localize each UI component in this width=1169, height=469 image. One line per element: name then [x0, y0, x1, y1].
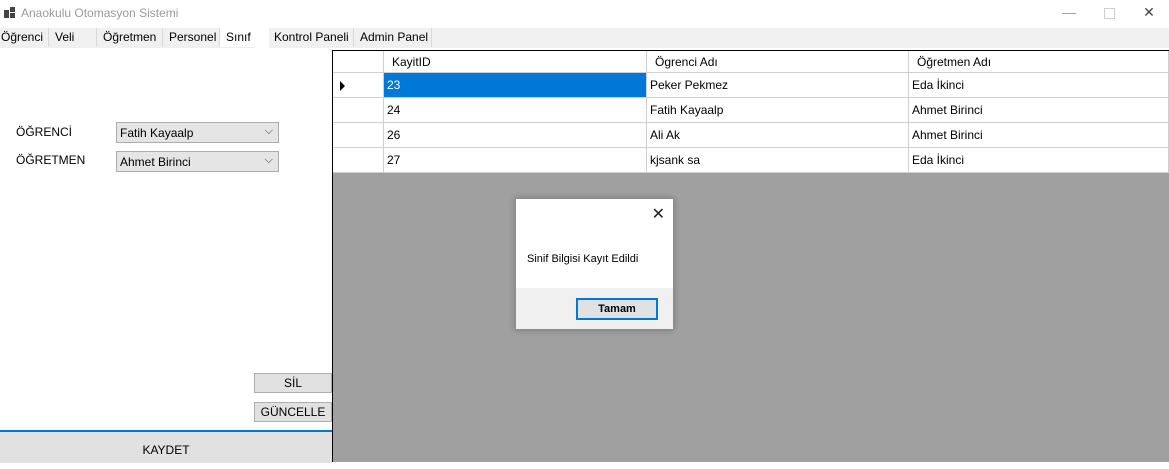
window-title: Anaokulu Otomasyon Sistemi	[21, 6, 179, 20]
column-header-ogrenci[interactable]: Ögrenci Adı	[647, 51, 909, 73]
table-cell[interactable]: 24	[384, 98, 647, 123]
ok-button[interactable]: Tamam	[576, 298, 658, 320]
row-header[interactable]	[333, 148, 384, 173]
title-bar: Anaokulu Otomasyon Sistemi — ✕	[0, 0, 1169, 26]
chevron-down-icon: ⌵	[264, 154, 273, 166]
tab-ogrenci[interactable]: Öğrenci	[0, 28, 49, 47]
close-icon[interactable]: ✕	[652, 204, 665, 224]
table-cell[interactable]: 27	[384, 148, 647, 173]
tab-bar: Öğrenci Veli Öğretmen Personel Sınıf Kon…	[0, 28, 1169, 48]
table-cell[interactable]: Ali Ak	[647, 123, 909, 148]
ogrenci-select-value: Fatih Kayaalp	[120, 126, 194, 140]
table-row[interactable]: 27 kjsank sa Eda İkinci	[333, 148, 1169, 173]
tab-ogretmen[interactable]: Öğretmen	[97, 28, 163, 47]
close-window-button[interactable]: ✕	[1126, 0, 1169, 26]
table-row[interactable]: 23 Peker Pekmez Eda İkinci	[333, 73, 1169, 98]
chevron-down-icon: ⌵	[264, 125, 273, 137]
tab-personel[interactable]: Personel	[163, 28, 220, 47]
tab-veli[interactable]: Veli	[49, 28, 97, 47]
ogrenci-select[interactable]: Fatih Kayaalp ⌵	[116, 122, 279, 143]
ogretmen-select-value: Ahmet Birinci	[120, 155, 191, 169]
tab-kontrol-paneli[interactable]: Kontrol Paneli	[269, 28, 354, 47]
message-dialog: ✕ Sinif Bilgisi Kayıt Edildi Tamam	[515, 198, 674, 330]
table-cell[interactable]: Peker Pekmez	[647, 73, 909, 98]
row-header[interactable]	[333, 98, 384, 123]
table-cell[interactable]: kjsank sa	[647, 148, 909, 173]
dialog-message: Sinif Bilgisi Kayıt Edildi	[527, 253, 639, 265]
tab-sinif[interactable]: Sınıf	[220, 28, 255, 47]
ogretmen-select[interactable]: Ahmet Birinci ⌵	[116, 151, 279, 172]
table-cell[interactable]: Eda İkinci	[909, 148, 1169, 173]
row-header-corner	[333, 51, 384, 73]
table-cell[interactable]: Fatih Kayaalp	[647, 98, 909, 123]
row-header[interactable]	[333, 73, 384, 98]
row-header[interactable]	[333, 123, 384, 148]
ogretmen-label: ÖĞRETMEN	[16, 153, 86, 167]
table-cell[interactable]: Ahmet Birinci	[909, 123, 1169, 148]
kaydet-button[interactable]: KAYDET	[0, 430, 332, 463]
guncelle-button[interactable]: GÜNCELLE	[254, 402, 332, 422]
table-row[interactable]: 24 Fatih Kayaalp Ahmet Birinci	[333, 98, 1169, 123]
table-cell[interactable]: Eda İkinci	[909, 73, 1169, 98]
app-icon	[4, 7, 16, 18]
table-cell[interactable]: 26	[384, 123, 647, 148]
current-row-arrow-icon	[340, 81, 345, 91]
dialog-footer: Tamam	[516, 288, 673, 329]
table-cell[interactable]: Ahmet Birinci	[909, 98, 1169, 123]
sil-button[interactable]: SİL	[254, 373, 332, 393]
ogrenci-label: ÖĞRENCİ	[16, 125, 73, 139]
column-header-kayitid[interactable]: KayitID	[384, 51, 647, 73]
table-cell[interactable]: 23	[384, 73, 647, 98]
column-header-ogretmen[interactable]: Öğretmen Adı	[909, 51, 1169, 73]
tab-admin-panel[interactable]: Admin Panel	[354, 28, 432, 47]
table-row[interactable]: 26 Ali Ak Ahmet Birinci	[333, 123, 1169, 148]
